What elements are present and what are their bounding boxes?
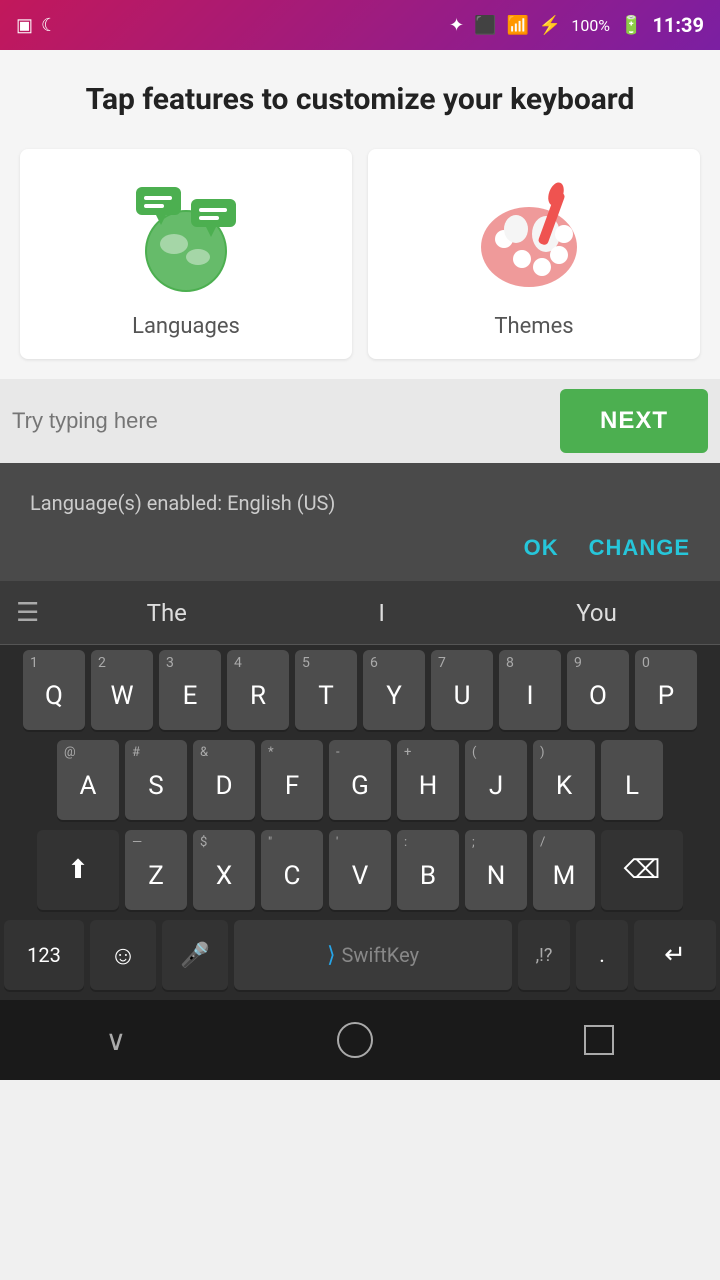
swiftkey-logo: ⟩ SwiftKey [327,943,419,968]
key-t[interactable]: 5 T [295,650,357,730]
key-x[interactable]: $ X [193,830,255,910]
key-e[interactable]: 3 E [159,650,221,730]
key-p[interactable]: 0 P [635,650,697,730]
enter-key[interactable]: ↵ [634,920,716,990]
status-bar: ▣ ☾ ✦ ⬛ 📶 ⚡ 100% 🔋 11:39 [0,0,720,50]
input-area: NEXT [0,379,720,463]
key-i[interactable]: 8 I [499,650,561,730]
back-nav-icon[interactable]: ∨ [106,1024,127,1057]
battery-save-icon: ⚡ [539,15,561,36]
mic-key[interactable]: 🎤 [162,920,228,990]
languages-icon [126,179,246,299]
backspace-key[interactable]: ⌫ [601,830,683,910]
key-b[interactable]: : B [397,830,459,910]
page-title: Tap features to customize your keyboard [20,80,700,119]
key-w[interactable]: 2 W [91,650,153,730]
key-j[interactable]: ( J [465,740,527,820]
status-left-icons: ▣ ☾ [16,15,57,36]
wifi-icon: 📶 [506,15,528,36]
ok-button[interactable]: OK [524,535,559,561]
keyboard-area: ☰ The I You 1 Q 2 W 3 E 4 R 5 T 6 Y [0,581,720,1000]
language-bar: Language(s) enabled: English (US) OK CHA… [0,463,720,581]
numbers-key[interactable]: 123 [4,920,84,990]
key-r[interactable]: 4 R [227,650,289,730]
key-c[interactable]: " C [261,830,323,910]
battery-percent: 100% [571,16,610,35]
language-text: Language(s) enabled: English (US) [30,491,690,515]
themes-card[interactable]: Themes [368,149,700,359]
emoji-key[interactable]: ☺ [90,920,156,990]
suggestion-the[interactable]: The [59,599,274,627]
bottom-nav: ∨ [0,1000,720,1080]
key-row-3: ⬆ — Z $ X " C ' V : B ; N / M [0,825,720,915]
main-content: Tap features to customize your keyboard [0,50,720,379]
key-n[interactable]: ; N [465,830,527,910]
key-k[interactable]: ) K [533,740,595,820]
next-button[interactable]: NEXT [560,389,708,453]
recent-nav-icon[interactable] [584,1025,614,1055]
space-key[interactable]: ⟩ SwiftKey [234,920,512,990]
key-row-1: 1 Q 2 W 3 E 4 R 5 T 6 Y 7 U 8 I [0,645,720,735]
notification-icon: ☾ [41,15,57,36]
key-z[interactable]: — Z [125,830,187,910]
key-s[interactable]: # S [125,740,187,820]
key-a[interactable]: @ A [57,740,119,820]
signal-icon: ⬛ [474,15,496,36]
key-v[interactable]: ' V [329,830,391,910]
period-key[interactable]: . [576,920,628,990]
languages-label: Languages [132,314,240,339]
languages-card[interactable]: Languages [20,149,352,359]
key-row-4: 123 ☺ 🎤 ⟩ SwiftKey ,!? . ↵ [0,915,720,1000]
feature-cards: Languages Themes [20,149,700,359]
keyboard-menu-icon[interactable]: ☰ [16,598,39,628]
themes-icon [474,179,594,299]
key-m[interactable]: / M [533,830,595,910]
screen-icon: ▣ [16,15,33,36]
change-button[interactable]: CHANGE [589,535,690,561]
battery-icon: 🔋 [620,15,642,36]
exclaim-key[interactable]: ,!? [518,920,570,990]
key-q[interactable]: 1 Q [23,650,85,730]
language-actions: OK CHANGE [30,535,690,561]
key-row-2: @ A # S & D * F - G + H ( J ) K [0,735,720,825]
key-y[interactable]: 6 Y [363,650,425,730]
suggestion-i[interactable]: I [274,599,489,627]
typing-input[interactable] [12,398,550,444]
key-u[interactable]: 7 U [431,650,493,730]
suggestion-you[interactable]: You [489,599,704,627]
key-g[interactable]: - G [329,740,391,820]
key-h[interactable]: + H [397,740,459,820]
key-f[interactable]: * F [261,740,323,820]
key-l[interactable]: L [601,740,663,820]
bluetooth-icon: ✦ [449,15,464,36]
key-d[interactable]: & D [193,740,255,820]
key-o[interactable]: 9 O [567,650,629,730]
themes-label: Themes [494,314,573,339]
status-time: 11:39 [652,13,704,37]
home-nav-icon[interactable] [337,1022,373,1058]
shift-key[interactable]: ⬆ [37,830,119,910]
word-suggestions-bar: ☰ The I You [0,581,720,645]
